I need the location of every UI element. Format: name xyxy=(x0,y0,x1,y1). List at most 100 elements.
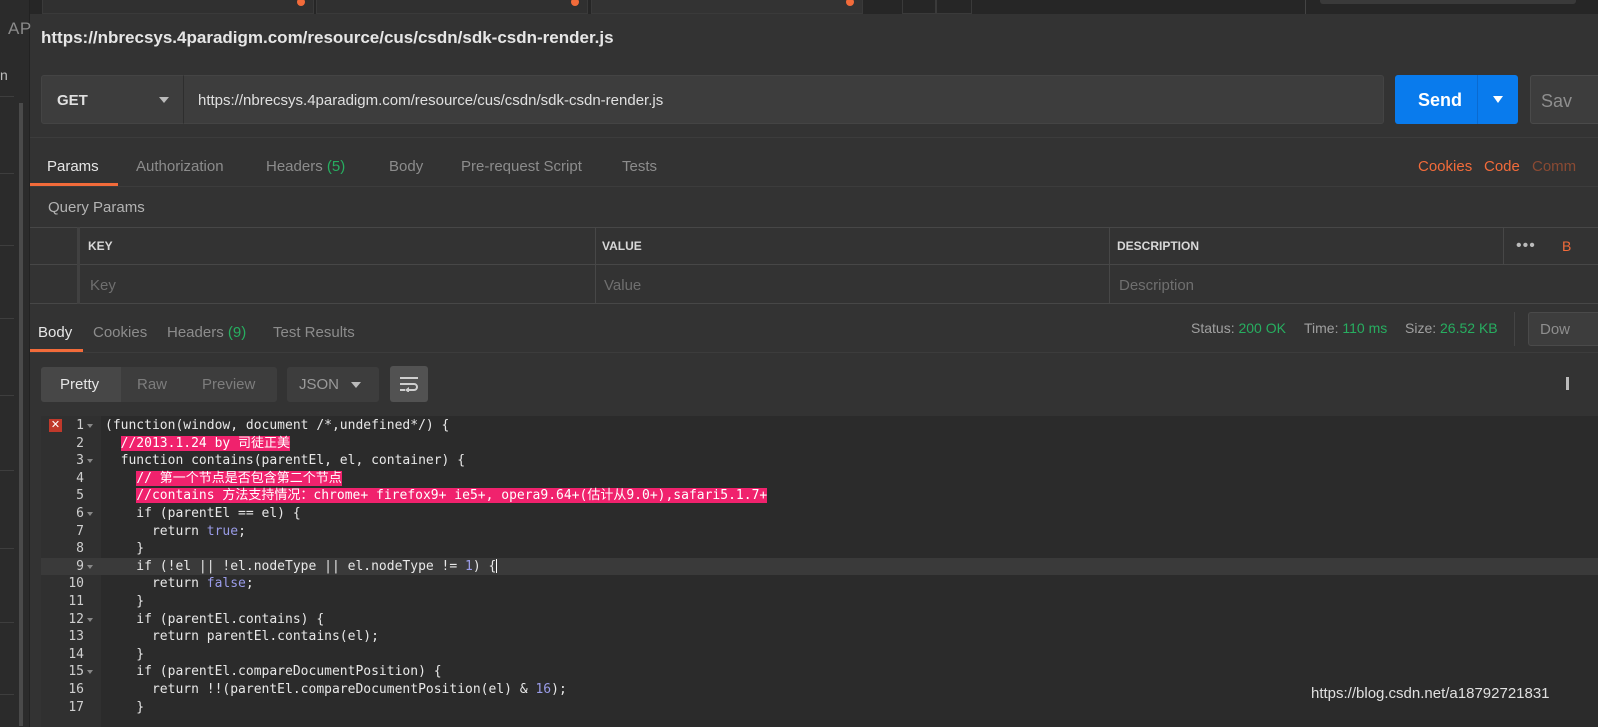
format-preview[interactable]: Preview xyxy=(202,376,255,393)
tab-headers-count: (5) xyxy=(326,158,346,175)
code-text: } xyxy=(105,541,145,557)
code-link[interactable]: Code xyxy=(1484,158,1520,175)
code-text: if (parentEl.compareDocumentPosition) { xyxy=(105,664,442,680)
code-line[interactable]: 3 function contains(parentEl, el, contai… xyxy=(41,452,1598,470)
url-input[interactable]: https://nbrecsys.4paradigm.com/resource/… xyxy=(183,75,1384,124)
fold-chevron-icon[interactable] xyxy=(87,617,93,622)
url-text: https://nbrecsys.4paradigm.com/resource/… xyxy=(198,92,664,109)
table-column-divider xyxy=(1503,227,1504,265)
code-line[interactable]: 11 } xyxy=(41,593,1598,611)
request-tab[interactable] xyxy=(316,0,588,14)
tab-body[interactable]: Body xyxy=(389,158,423,175)
code-line[interactable]: 12 if (parentEl.contains) { xyxy=(41,611,1598,629)
send-button[interactable]: Send xyxy=(1395,75,1518,124)
response-body-editor[interactable]: ✕ 1 (function(window, document /*,undefin… xyxy=(41,416,1598,727)
column-header-key: KEY xyxy=(88,239,113,253)
method-label: GET xyxy=(57,92,88,109)
tab-headers[interactable]: Headers (5) xyxy=(266,158,345,175)
watermark: https://blog.csdn.net/a18792721831 xyxy=(1311,685,1550,702)
sidebar-scrollbar[interactable] xyxy=(19,103,23,726)
request-tab[interactable] xyxy=(42,0,314,14)
sidebar-item-fragment[interactable]: n xyxy=(0,67,8,83)
new-tab-button[interactable] xyxy=(902,0,936,14)
response-tab-cookies[interactable]: Cookies xyxy=(93,324,147,341)
tab-authorization[interactable]: Authorization xyxy=(136,158,224,175)
code-line[interactable]: 8 } xyxy=(41,540,1598,558)
bulk-edit-link[interactable]: B xyxy=(1562,238,1571,254)
status-value[interactable]: 200 OK xyxy=(1238,320,1285,336)
more-options-icon[interactable]: ••• xyxy=(1516,237,1536,255)
sidebar-label: AP xyxy=(8,19,32,38)
sidebar-divider xyxy=(0,173,14,174)
code-line[interactable]: 5 //contains 方法支持情况：chrome+ firefox9+ ie… xyxy=(41,487,1598,505)
sidebar-divider xyxy=(0,548,14,549)
sidebar-divider xyxy=(0,245,14,246)
response-tab-headers[interactable]: Headers (9) xyxy=(167,324,246,341)
tab-tests[interactable]: Tests xyxy=(622,158,657,175)
code-text: if (parentEl == el) { xyxy=(105,506,301,521)
time-readout: Time: 110 ms xyxy=(1304,320,1387,336)
fold-chevron-icon[interactable] xyxy=(87,459,93,464)
request-title[interactable]: https://nbrecsys.4paradigm.com/resource/… xyxy=(41,28,614,48)
code-line[interactable]: 6 if (parentEl == el) { xyxy=(41,505,1598,523)
save-button[interactable]: Sav xyxy=(1530,75,1598,124)
save-label: Sav xyxy=(1541,91,1573,111)
response-tab-body[interactable]: Body xyxy=(38,324,72,341)
cookies-link[interactable]: Cookies xyxy=(1418,158,1472,175)
request-tab-active[interactable] xyxy=(591,0,863,14)
tab-params[interactable]: Params xyxy=(47,158,99,175)
line-number: 12 xyxy=(68,611,84,627)
query-params-title: Query Params xyxy=(48,199,145,216)
code-line[interactable]: 15 if (parentEl.compareDocumentPosition)… xyxy=(41,663,1598,681)
size-value[interactable]: 26.52 KB xyxy=(1440,320,1498,336)
line-number: 11 xyxy=(68,594,84,609)
fold-chevron-icon[interactable] xyxy=(87,512,93,516)
download-button[interactable]: Dow xyxy=(1528,312,1598,346)
method-select[interactable]: GET xyxy=(41,75,184,124)
response-tab-test-results[interactable]: Test Results xyxy=(273,324,355,341)
code-line[interactable]: 1 (function(window, document /*,undefined… xyxy=(41,417,1598,435)
column-header-description: DESCRIPTION xyxy=(1117,239,1200,253)
language-select[interactable]: JSON xyxy=(287,367,379,402)
format-toggle-group: Pretty Raw Preview xyxy=(41,367,277,402)
tab-options-button[interactable] xyxy=(936,0,972,14)
table-column-divider[interactable] xyxy=(595,227,596,304)
sidebar-divider xyxy=(0,395,14,396)
code-line[interactable]: 14 } xyxy=(41,646,1598,664)
format-raw[interactable]: Raw xyxy=(137,376,167,393)
format-pretty[interactable]: Pretty xyxy=(60,376,99,393)
code-line[interactable]: 13 return parentEl.contains(el); xyxy=(41,628,1598,646)
code-line[interactable]: 7 return true; xyxy=(41,523,1598,541)
table-column-divider[interactable] xyxy=(1109,227,1110,304)
sidebar-divider xyxy=(0,470,14,471)
divider xyxy=(30,352,1598,353)
code-line[interactable]: 10 return false; xyxy=(41,575,1598,593)
comments-link[interactable]: Comm xyxy=(1532,158,1576,175)
code-line[interactable]: 4 // 第一个节点是否包含第二个节点 xyxy=(41,470,1598,488)
tab-prerequest-script[interactable]: Pre-request Script xyxy=(461,158,582,175)
sidebar: AP n xyxy=(0,0,32,727)
unsaved-dot-icon xyxy=(297,0,305,6)
code-line[interactable]: 2 //2013.1.24 by 司徒正美 xyxy=(41,435,1598,453)
chevron-down-icon[interactable] xyxy=(1493,96,1503,103)
time-value[interactable]: 110 ms xyxy=(1342,320,1387,336)
table-row xyxy=(30,265,1598,304)
fold-chevron-icon[interactable] xyxy=(87,424,93,428)
environment-selector[interactable] xyxy=(1320,0,1576,4)
status-readout: Status: 200 OK xyxy=(1191,320,1286,336)
size-readout: Size: 26.52 KB xyxy=(1405,320,1498,336)
code-line[interactable]: 9 if (!el || !el.nodeType || el.nodeType… xyxy=(41,557,1598,576)
code-text: //contains 方法支持情况：chrome+ firefox9+ ie5+… xyxy=(136,488,768,504)
fold-chevron-icon[interactable] xyxy=(87,670,93,675)
code-text: } xyxy=(105,646,145,662)
line-number: 15 xyxy=(68,664,84,680)
wrap-lines-button[interactable] xyxy=(390,366,428,402)
description-input[interactable]: Description xyxy=(1119,277,1194,294)
line-number: 5 xyxy=(76,488,84,504)
fold-chevron-icon[interactable] xyxy=(87,564,93,569)
time-label: Time: xyxy=(1304,320,1339,336)
key-input[interactable]: Key xyxy=(90,277,116,294)
value-input[interactable]: Value xyxy=(604,277,641,294)
sidebar-divider xyxy=(0,622,14,623)
search-icon[interactable] xyxy=(1566,377,1569,390)
